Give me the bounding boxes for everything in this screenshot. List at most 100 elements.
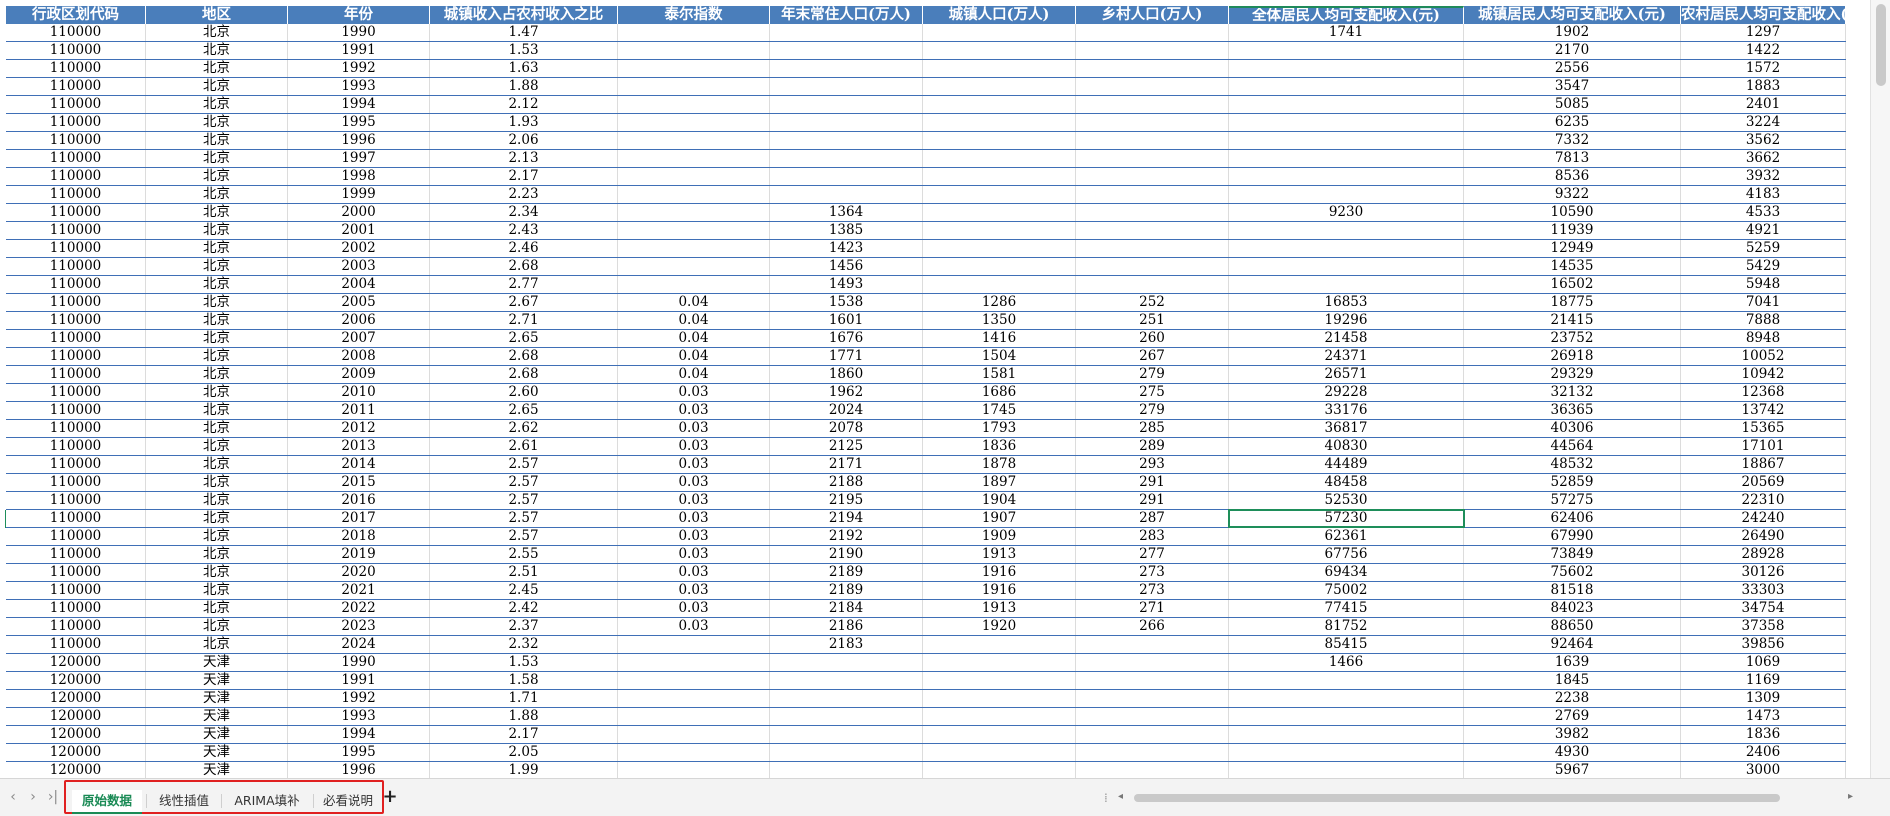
cell-rural-pop[interactable]: [1076, 168, 1229, 185]
cell-urban-pop[interactable]: [923, 636, 1076, 653]
cell-code[interactable]: 110000: [6, 492, 146, 509]
cell-all-income[interactable]: [1229, 150, 1464, 167]
column-header-ratio[interactable]: 城镇收入占农村收入之比: [430, 6, 618, 24]
cell-rural-income[interactable]: 30126: [1681, 564, 1846, 581]
tab-readme[interactable]: 必看说明: [316, 790, 380, 812]
cell-all-income[interactable]: [1229, 708, 1464, 725]
cell-rural-pop[interactable]: 289: [1076, 438, 1229, 455]
cell-population[interactable]: [770, 708, 923, 725]
cell-ratio[interactable]: 1.47: [430, 24, 618, 41]
cell-theil[interactable]: 0.04: [618, 348, 770, 365]
cell-theil[interactable]: 0.03: [618, 384, 770, 401]
cell-urban-income[interactable]: 92464: [1464, 636, 1681, 653]
cell-all-income[interactable]: 62361: [1229, 528, 1464, 545]
cell-region[interactable]: 北京: [146, 42, 288, 59]
cell-year[interactable]: 2008: [288, 348, 430, 365]
cell-code[interactable]: 110000: [6, 384, 146, 401]
cell-rural-income[interactable]: 28928: [1681, 546, 1846, 563]
cell-urban-income[interactable]: 62406: [1464, 510, 1681, 527]
horizontal-scrollbar[interactable]: ◂ ▸: [1118, 791, 1858, 804]
cell-theil[interactable]: 0.04: [618, 294, 770, 311]
cell-region[interactable]: 北京: [146, 258, 288, 275]
cell-region[interactable]: 北京: [146, 240, 288, 257]
cell-ratio[interactable]: 1.53: [430, 654, 618, 671]
cell-population[interactable]: 2184: [770, 600, 923, 617]
prev-sheet-icon[interactable]: ‹: [4, 787, 22, 807]
cell-rural-income[interactable]: 34754: [1681, 600, 1846, 617]
cell-code[interactable]: 110000: [6, 600, 146, 617]
cell-region[interactable]: 天津: [146, 762, 288, 779]
cell-theil[interactable]: 0.03: [618, 564, 770, 581]
cell-urban-income[interactable]: 23752: [1464, 330, 1681, 347]
cell-urban-income[interactable]: 9322: [1464, 186, 1681, 203]
cell-all-income[interactable]: 19296: [1229, 312, 1464, 329]
cell-all-income[interactable]: [1229, 762, 1464, 779]
cell-population[interactable]: [770, 726, 923, 743]
cell-rural-pop[interactable]: [1076, 258, 1229, 275]
cell-population[interactable]: 2186: [770, 618, 923, 635]
cell-region[interactable]: 北京: [146, 150, 288, 167]
cell-code[interactable]: 110000: [6, 60, 146, 77]
cell-rural-pop[interactable]: [1076, 708, 1229, 725]
cell-code[interactable]: 110000: [6, 276, 146, 293]
cell-urban-pop[interactable]: 1909: [923, 528, 1076, 545]
cell-all-income[interactable]: 9230: [1229, 204, 1464, 221]
cell-urban-pop[interactable]: [923, 204, 1076, 221]
cell-ratio[interactable]: 1.53: [430, 42, 618, 59]
cell-all-income[interactable]: 48458: [1229, 474, 1464, 491]
cell-region[interactable]: 北京: [146, 438, 288, 455]
cell-urban-pop[interactable]: [923, 114, 1076, 131]
cell-all-income[interactable]: 36817: [1229, 420, 1464, 437]
cell-year[interactable]: 2006: [288, 312, 430, 329]
cell-urban-income[interactable]: 75602: [1464, 564, 1681, 581]
cell-rural-income[interactable]: 24240: [1681, 510, 1846, 527]
cell-region[interactable]: 北京: [146, 222, 288, 239]
cell-urban-income[interactable]: 29329: [1464, 366, 1681, 383]
column-header-rural-pop[interactable]: 乡村人口(万人): [1076, 6, 1229, 24]
cell-theil[interactable]: [618, 240, 770, 257]
cell-rural-pop[interactable]: [1076, 276, 1229, 293]
cell-urban-income[interactable]: 3982: [1464, 726, 1681, 743]
cell-all-income[interactable]: 1466: [1229, 654, 1464, 671]
cell-ratio[interactable]: 1.88: [430, 78, 618, 95]
cell-ratio[interactable]: 2.57: [430, 474, 618, 491]
last-sheet-icon[interactable]: ›|: [44, 787, 62, 807]
cell-code[interactable]: 110000: [6, 78, 146, 95]
cell-code[interactable]: 110000: [6, 186, 146, 203]
cell-population[interactable]: 1601: [770, 312, 923, 329]
cell-code[interactable]: 110000: [6, 420, 146, 437]
cell-code[interactable]: 110000: [6, 96, 146, 113]
cell-theil[interactable]: 0.03: [618, 438, 770, 455]
cell-code[interactable]: 110000: [6, 456, 146, 473]
cell-rural-pop[interactable]: [1076, 150, 1229, 167]
cell-theil[interactable]: [618, 762, 770, 779]
cell-urban-income[interactable]: 48532: [1464, 456, 1681, 473]
add-sheet-icon[interactable]: +: [382, 785, 398, 809]
cell-ratio[interactable]: 2.62: [430, 420, 618, 437]
cell-year[interactable]: 2001: [288, 222, 430, 239]
cell-year[interactable]: 2005: [288, 294, 430, 311]
cell-all-income[interactable]: [1229, 168, 1464, 185]
cell-population[interactable]: 2188: [770, 474, 923, 491]
cell-year[interactable]: 1992: [288, 690, 430, 707]
cell-theil[interactable]: 0.03: [618, 420, 770, 437]
cell-code[interactable]: 110000: [6, 330, 146, 347]
cell-region[interactable]: 天津: [146, 708, 288, 725]
cell-all-income[interactable]: 29228: [1229, 384, 1464, 401]
cell-urban-pop[interactable]: 1745: [923, 402, 1076, 419]
cell-population[interactable]: [770, 762, 923, 779]
cell-code[interactable]: 110000: [6, 132, 146, 149]
cell-theil[interactable]: [618, 726, 770, 743]
cell-theil[interactable]: [618, 672, 770, 689]
cell-ratio[interactable]: 2.37: [430, 618, 618, 635]
cell-theil[interactable]: 0.03: [618, 528, 770, 545]
column-header-code[interactable]: 行政区划代码: [6, 6, 146, 24]
cell-urban-pop[interactable]: 1916: [923, 564, 1076, 581]
cell-region[interactable]: 北京: [146, 348, 288, 365]
cell-ratio[interactable]: 2.13: [430, 150, 618, 167]
cell-population[interactable]: [770, 744, 923, 761]
cell-code[interactable]: 110000: [6, 564, 146, 581]
cell-urban-income[interactable]: 3547: [1464, 78, 1681, 95]
cell-year[interactable]: 2002: [288, 240, 430, 257]
cell-code[interactable]: 110000: [6, 222, 146, 239]
